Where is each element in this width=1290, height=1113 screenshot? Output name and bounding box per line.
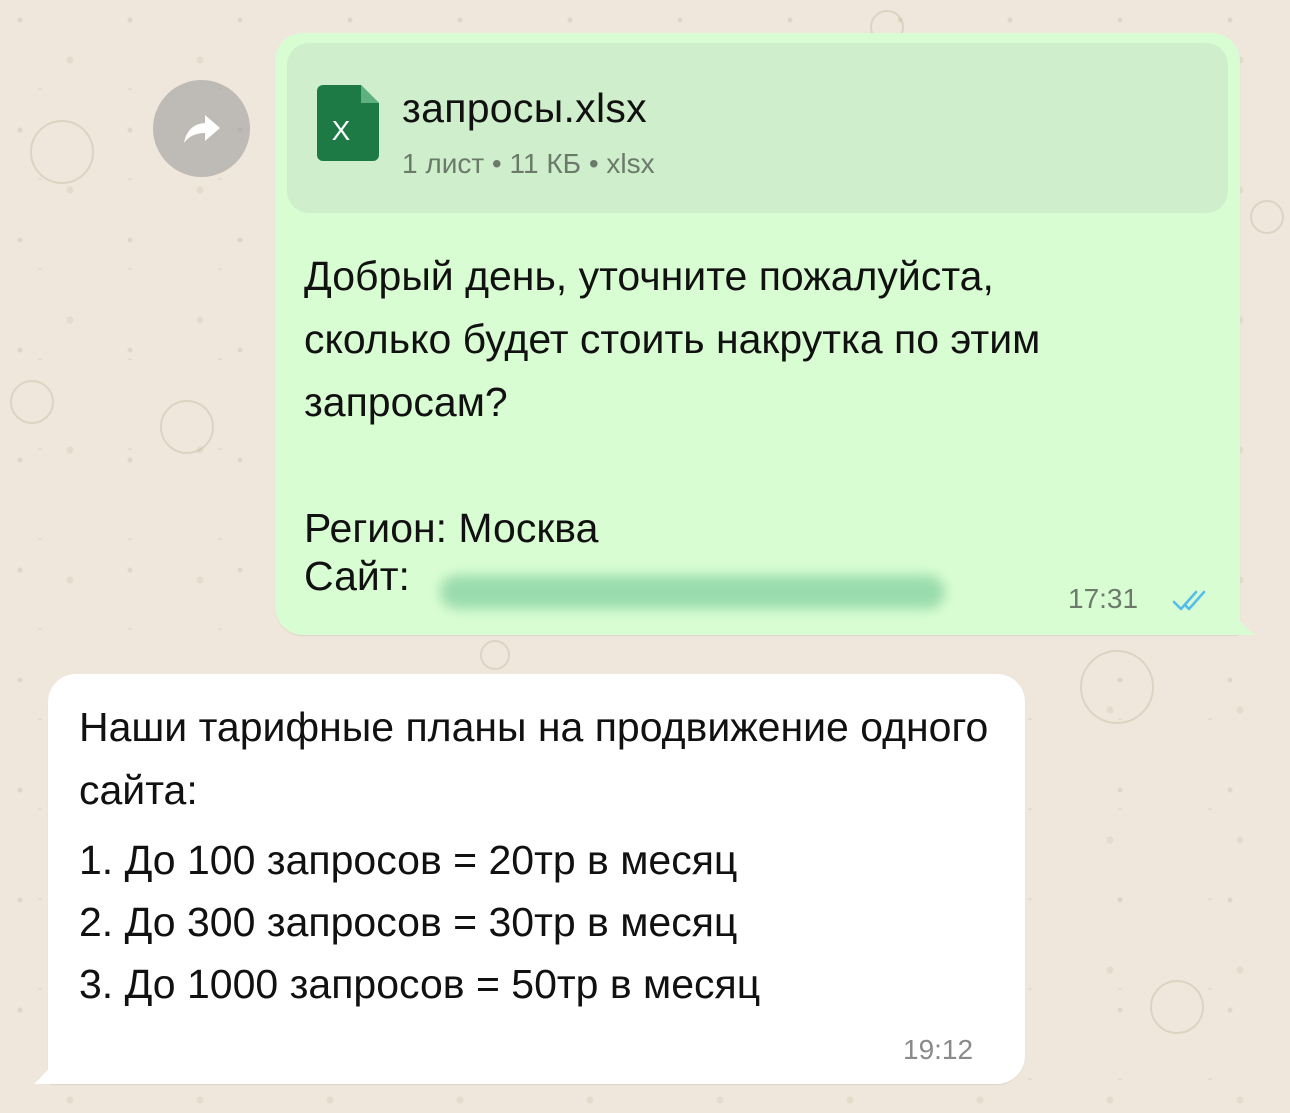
- background-doodle: [160, 400, 214, 454]
- file-attachment[interactable]: X запросы.xlsx 1 лист • 11 КБ • xlsx: [287, 43, 1228, 213]
- forward-button[interactable]: [153, 80, 250, 177]
- forward-arrow-icon: [183, 114, 220, 143]
- background-doodle: [1150, 980, 1204, 1034]
- outgoing-message-bubble[interactable]: X запросы.xlsx 1 лист • 11 КБ • xlsx Доб…: [275, 33, 1254, 635]
- message-time: 17:31: [1068, 583, 1139, 614]
- xlsx-file-icon: X: [317, 85, 379, 161]
- xlsx-icon-letter: X: [332, 115, 351, 146]
- read-receipt-icon: [1172, 590, 1206, 611]
- background-doodle: [10, 380, 54, 424]
- message-text: Добрый день, уточните пожалуйста, скольк…: [304, 253, 1041, 551]
- background-doodle: [1080, 650, 1154, 724]
- blurred-site-url: [440, 575, 945, 609]
- list-item: 3. До 1000 запросов = 50тр в месяц: [79, 961, 761, 1007]
- file-meta: 1 лист • 11 КБ • xlsx: [402, 148, 655, 179]
- background-doodle: [480, 640, 510, 670]
- list-item: 1. До 100 запросов = 20тр в месяц: [79, 837, 738, 883]
- site-label: Сайт:: [304, 553, 410, 599]
- message-time: 19:12: [903, 1034, 974, 1065]
- message-text: Наши тарифные планы на продвижение одног…: [79, 704, 989, 813]
- background-doodle: [30, 120, 94, 184]
- tariff-plan-list: 1. До 100 запросов = 20тр в месяц 2. До …: [79, 829, 760, 1015]
- incoming-message-bubble[interactable]: Наши тарифные планы на продвижение одног…: [34, 674, 1025, 1084]
- background-doodle: [1250, 200, 1284, 234]
- file-name: запросы.xlsx: [402, 85, 647, 131]
- list-item: 2. До 300 запросов = 30тр в месяц: [79, 899, 738, 945]
